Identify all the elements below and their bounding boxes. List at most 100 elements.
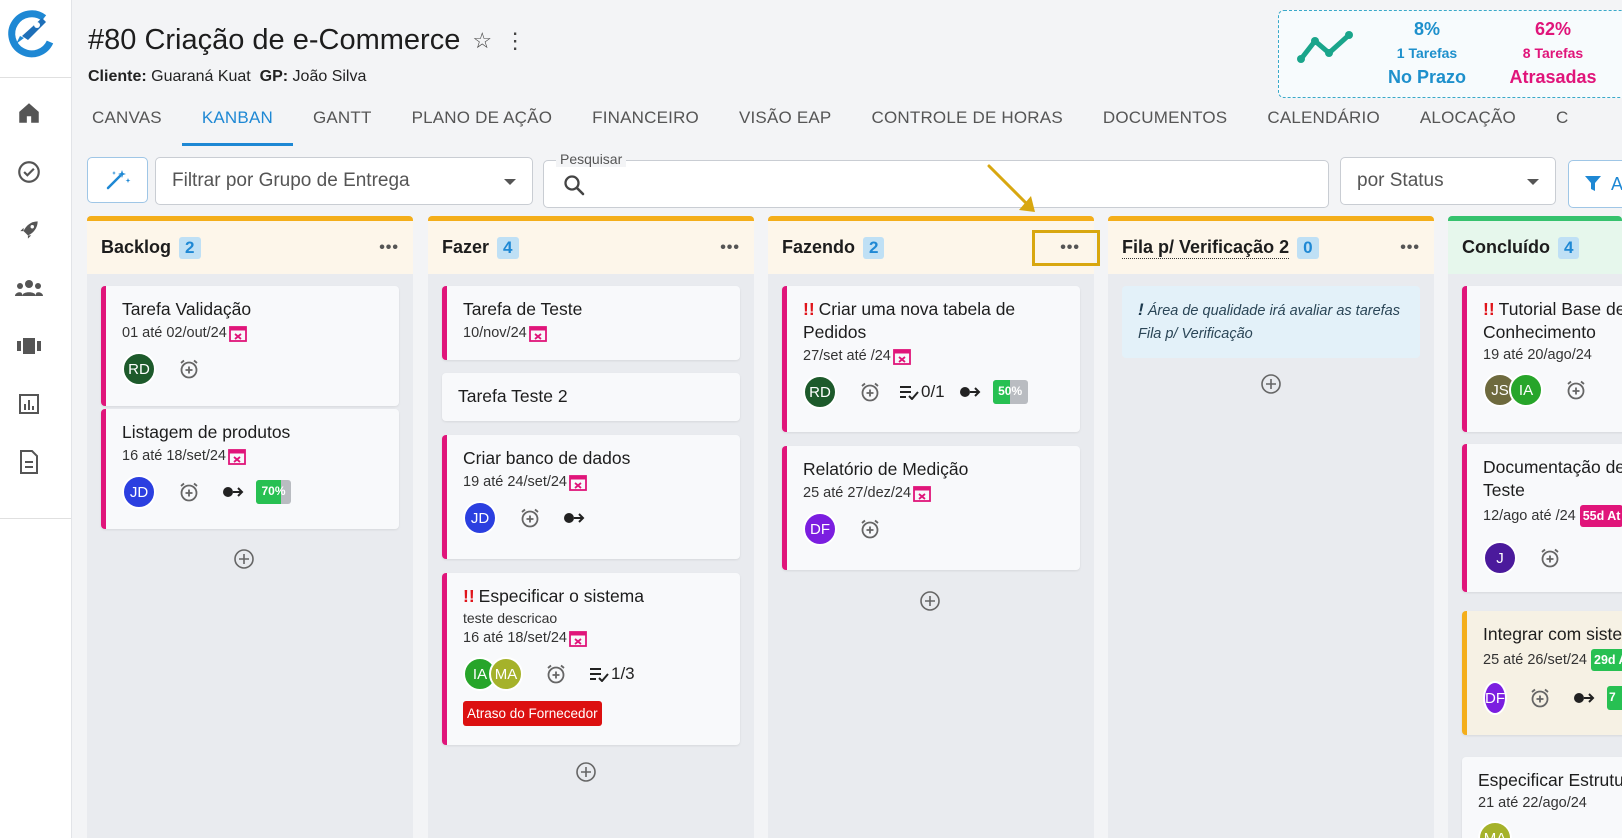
avatar[interactable]: JD <box>122 475 156 509</box>
column-menu-icon[interactable]: ••• <box>720 239 740 257</box>
check-circle-icon[interactable] <box>14 157 44 187</box>
column-header: Fila p/ Verificação 2 0 ••• <box>1108 216 1434 274</box>
alarm-add-icon[interactable] <box>859 518 881 540</box>
avatar[interactable]: MA <box>1478 821 1512 838</box>
tab-visao-eap[interactable]: VISÃO EAP <box>719 98 852 146</box>
checklist-icon <box>590 668 609 682</box>
gp-name: João Silva <box>292 68 367 85</box>
add-card-icon[interactable] <box>919 590 941 612</box>
checklist-counter[interactable]: 0/1 <box>899 382 945 402</box>
star-icon[interactable]: ☆ <box>472 28 492 54</box>
checklist-counter[interactable]: 1/3 <box>589 664 635 684</box>
task-card[interactable]: Especificar Estrutu 21 até 22/ago/24 MA <box>1462 757 1622 838</box>
dependency-icon[interactable] <box>563 511 585 525</box>
column-title[interactable]: Fila p/ Verificação 2 <box>1122 237 1290 259</box>
gp-label: GP: <box>259 68 289 85</box>
avatar[interactable]: J <box>1483 541 1517 575</box>
column-title: Fazendo <box>782 237 856 257</box>
tab-more[interactable]: C <box>1536 98 1588 146</box>
alarm-add-icon[interactable] <box>1529 687 1551 709</box>
column-menu-icon[interactable]: ••• <box>379 239 399 257</box>
task-title: Especificar Estrutu <box>1478 770 1622 790</box>
task-card[interactable]: Tarefa de Teste 10/nov/24 <box>442 286 740 360</box>
task-card[interactable]: Documentação de Teste 12/ago até /24 55d … <box>1462 444 1622 592</box>
page-title: #80 Criação de e-Commerce ☆ ⋮ <box>88 24 526 57</box>
task-meta: JD 70% <box>122 475 383 509</box>
tab-canvas[interactable]: CANVAS <box>72 98 182 146</box>
alarm-add-icon[interactable] <box>1539 547 1561 569</box>
task-meta: RD <box>122 352 383 386</box>
search-input[interactable]: Pesquisar <box>543 151 1329 208</box>
document-icon[interactable] <box>14 447 44 477</box>
task-date: 19 até 24/set/24 <box>463 473 724 491</box>
alarm-add-icon[interactable] <box>178 358 200 380</box>
avatar[interactable]: JD <box>463 501 497 535</box>
add-card-icon[interactable] <box>1260 373 1282 395</box>
task-tag[interactable]: Atraso do Fornecedor <box>463 701 602 726</box>
kpi-on-time-label: No Prazo <box>1387 67 1466 87</box>
task-card[interactable]: Tarefa Validação 01 até 02/out/24 RD <box>101 286 399 406</box>
column-count: 0 <box>1297 236 1319 259</box>
tab-documentos[interactable]: DOCUMENTOS <box>1083 98 1247 146</box>
tab-controle-de-horas[interactable]: CONTROLE DE HORAS <box>851 98 1082 146</box>
dependency-icon[interactable] <box>959 385 981 399</box>
kpi-panel[interactable]: 8% 1 Tarefas No Prazo 62% 8 Tarefas Atra… <box>1278 10 1622 98</box>
search-label: Pesquisar <box>556 151 627 167</box>
avatar[interactable]: IA <box>1509 373 1543 407</box>
group-filter-select[interactable]: Filtrar por Grupo de Entrega <box>155 157 533 205</box>
rocket-logo[interactable] <box>4 6 58 60</box>
status-group-select[interactable]: por Status <box>1340 157 1556 205</box>
task-meta: J <box>1483 541 1622 575</box>
filter-button[interactable]: A <box>1568 160 1622 208</box>
tab-calendario[interactable]: CALENDÁRIO <box>1247 98 1400 146</box>
side-rail <box>0 0 72 838</box>
column-menu-icon[interactable]: ••• <box>1400 239 1420 257</box>
task-card[interactable]: Criar banco de dados 19 até 24/set/24 JD <box>442 435 740 559</box>
calendar-overdue-icon <box>892 347 911 365</box>
task-meta: DF 7 <box>1483 681 1622 715</box>
client-label: Cliente: <box>88 68 147 85</box>
task-card[interactable]: Integrar com siste 25 até 26/set/2429d A… <box>1462 611 1622 735</box>
add-card-icon[interactable] <box>233 548 255 570</box>
task-card[interactable]: Tarefa Teste 2 <box>442 373 740 421</box>
avatar[interactable]: RD <box>122 352 156 386</box>
column-title: Backlog <box>101 237 172 257</box>
on-time-badge: 29d A <box>1591 649 1622 671</box>
task-title-text: Criar uma nova tabela de Pedidos <box>803 299 1016 342</box>
rocket-icon[interactable] <box>14 215 44 245</box>
avatar[interactable]: MA <box>489 657 523 691</box>
alarm-add-icon[interactable] <box>519 507 541 529</box>
task-card[interactable]: Relatório de Medição 25 até 27/dez/24 DF <box>782 446 1080 570</box>
carousel-icon[interactable] <box>14 331 44 361</box>
tab-financeiro[interactable]: FINANCEIRO <box>572 98 719 146</box>
task-date: 16 até 18/set/24 <box>463 629 724 647</box>
tab-kanban[interactable]: KANBAN <box>181 98 293 146</box>
avatar[interactable]: DF <box>1483 681 1507 715</box>
task-card[interactable]: Listagem de produtos 16 até 18/set/24 JD… <box>101 409 399 529</box>
calendar-overdue-icon <box>913 484 931 502</box>
progress-value: 70% <box>261 484 286 498</box>
dependency-icon[interactable] <box>1573 691 1595 705</box>
tab-plano-de-acao[interactable]: PLANO DE AÇÃO <box>392 98 573 146</box>
chart-icon[interactable] <box>14 389 44 419</box>
tab-gantt[interactable]: GANTT <box>293 98 392 146</box>
task-title: Tarefa Validação <box>122 299 252 319</box>
task-card[interactable]: !! Tutorial Base de Conhecimento 19 até 2… <box>1462 286 1622 432</box>
tab-alocacao[interactable]: ALOCAÇÃO <box>1400 98 1536 146</box>
home-icon[interactable] <box>14 98 44 128</box>
alarm-add-icon[interactable] <box>1565 379 1587 401</box>
magic-button[interactable] <box>87 157 148 203</box>
alarm-add-icon[interactable] <box>545 663 567 685</box>
avatar[interactable]: RD <box>803 375 837 409</box>
team-icon[interactable] <box>14 273 44 303</box>
alarm-add-icon[interactable] <box>859 381 881 403</box>
alarm-add-icon[interactable] <box>178 481 200 503</box>
avatar[interactable]: DF <box>803 512 837 546</box>
project-title: #80 Criação de e-Commerce <box>88 24 461 56</box>
column-count: 4 <box>497 236 519 259</box>
dependency-icon[interactable] <box>222 485 244 499</box>
task-card[interactable]: !! Criar uma nova tabela de Pedidos 27/se… <box>782 286 1080 432</box>
task-card[interactable]: !! Especificar o sistema teste descricao … <box>442 573 740 745</box>
more-vert-icon[interactable]: ⋮ <box>504 28 526 54</box>
add-card-icon[interactable] <box>575 761 597 783</box>
